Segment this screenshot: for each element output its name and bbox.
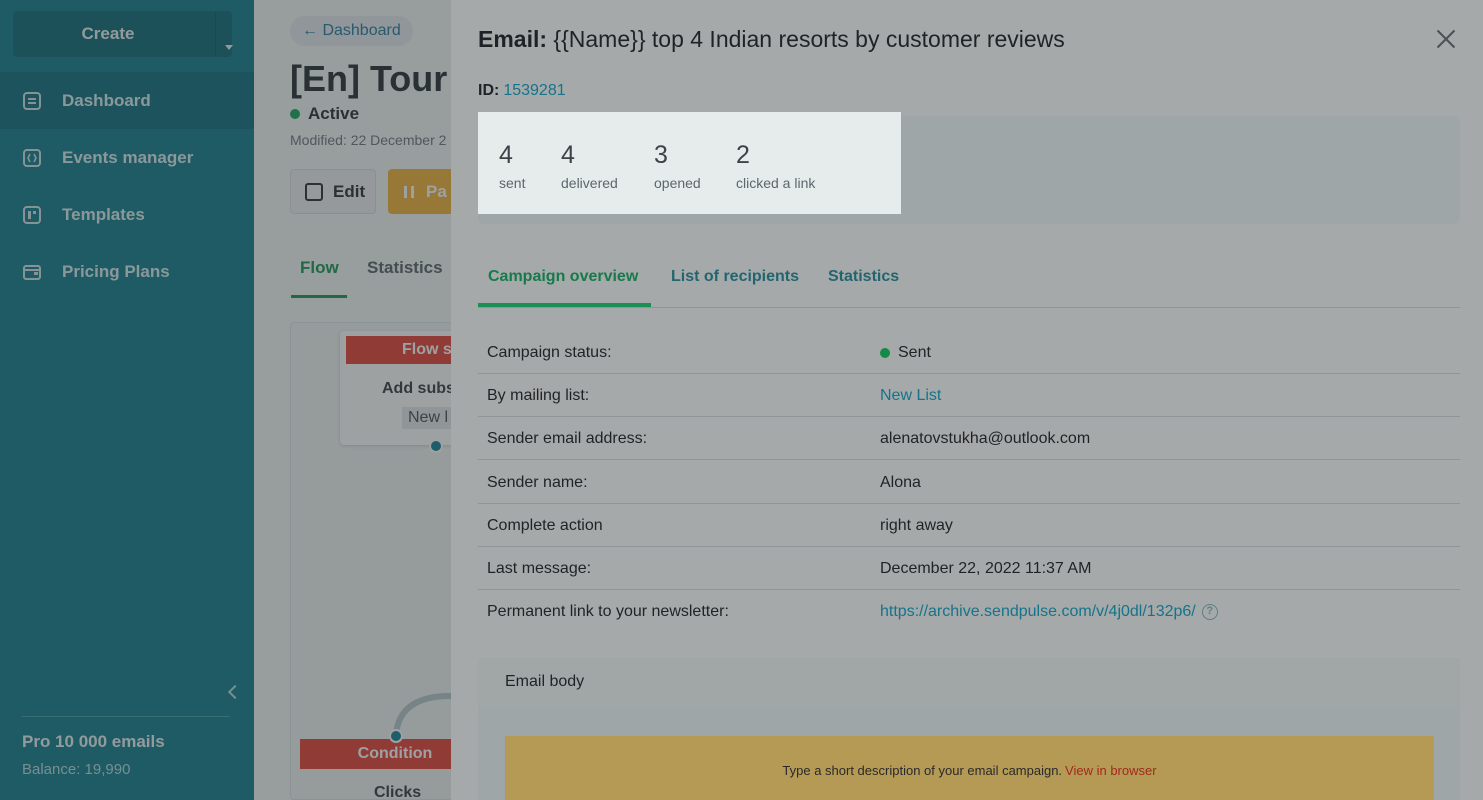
detail-row-sender-name: Sender name: Alona — [478, 461, 1460, 504]
email-body-header — [478, 658, 1460, 708]
stat-number: 2 — [736, 141, 750, 169]
detail-key: By mailing list: — [487, 387, 590, 404]
campaign-status-value: Sent — [898, 344, 931, 361]
stat-opened: 3 opened — [654, 141, 701, 191]
panel-title-prefix: Email: — [478, 26, 548, 52]
detail-key: Sender name: — [487, 474, 588, 491]
stat-number: 4 — [561, 141, 575, 169]
stat-label: sent — [499, 175, 526, 191]
detail-key: Sender email address: — [487, 430, 648, 447]
stat-delivered: 4 delivered — [561, 141, 618, 191]
email-body-label: Email body — [505, 673, 585, 690]
active-tab-indicator — [478, 303, 651, 307]
detail-value: December 22, 2022 11:37 AM — [880, 560, 1092, 577]
detail-row-permanent-link: Permanent link to your newsletter: https… — [478, 590, 1460, 633]
detail-row-sender-email: Sender email address: alenatovstukha@out… — [478, 417, 1460, 460]
campaign-id-value[interactable]: 1539281 — [503, 82, 565, 99]
detail-row-campaign-status: Campaign status: Sent — [478, 331, 1460, 374]
stat-clicked: 2 clicked a link — [736, 141, 815, 191]
stat-label: opened — [654, 175, 701, 191]
stat-number: 4 — [499, 141, 513, 169]
detail-key: Permanent link to your newsletter: — [487, 603, 729, 620]
campaign-id: ID: 1539281 — [478, 82, 566, 100]
close-icon[interactable] — [1436, 29, 1456, 49]
detail-value: Alona — [880, 474, 921, 491]
tab-statistics[interactable]: Statistics — [828, 268, 899, 286]
detail-row-mailing-list: By mailing list: New List — [478, 374, 1460, 417]
email-description-text: Type a short description of your email c… — [782, 763, 1063, 778]
help-icon[interactable]: ? — [1201, 604, 1218, 620]
detail-value: alenatovstukha@outlook.com — [880, 430, 1091, 447]
stat-label: clicked a link — [736, 175, 816, 191]
tab-list-of-recipients[interactable]: List of recipients — [671, 268, 799, 286]
panel-title-text: {{Name}} top 4 Indian resorts by custome… — [553, 26, 1065, 52]
status-dot-icon — [880, 348, 890, 358]
stat-number: 3 — [654, 141, 668, 169]
email-details-panel: Email: {{Name}} top 4 Indian resorts by … — [451, 0, 1483, 800]
email-description: Type a short description of your email c… — [505, 763, 1434, 778]
detail-value: right away — [880, 517, 953, 534]
detail-key: Campaign status: — [487, 344, 612, 361]
detail-key: Last message: — [487, 560, 592, 577]
tab-campaign-overview[interactable]: Campaign overview — [488, 268, 638, 286]
stat-label: delivered — [561, 175, 618, 191]
stat-sent: 4 sent — [499, 141, 525, 191]
tabs-divider — [478, 307, 1460, 308]
mailing-list-link[interactable]: New List — [880, 387, 941, 405]
detail-row-complete-action: Complete action right away — [478, 504, 1460, 547]
panel-title: Email: {{Name}} top 4 Indian resorts by … — [478, 26, 1065, 53]
permanent-link-url[interactable]: https://archive.sendpulse.com/v/4j0dl/13… — [880, 603, 1196, 621]
detail-row-last-message: Last message: December 22, 2022 11:37 AM — [478, 547, 1460, 590]
view-in-browser-link[interactable]: View in browser — [1065, 763, 1157, 778]
permanent-link: https://archive.sendpulse.com/v/4j0dl/13… — [880, 603, 1218, 621]
detail-value: Sent — [880, 344, 931, 362]
detail-key: Complete action — [487, 517, 603, 534]
campaign-id-label: ID: — [478, 82, 500, 99]
